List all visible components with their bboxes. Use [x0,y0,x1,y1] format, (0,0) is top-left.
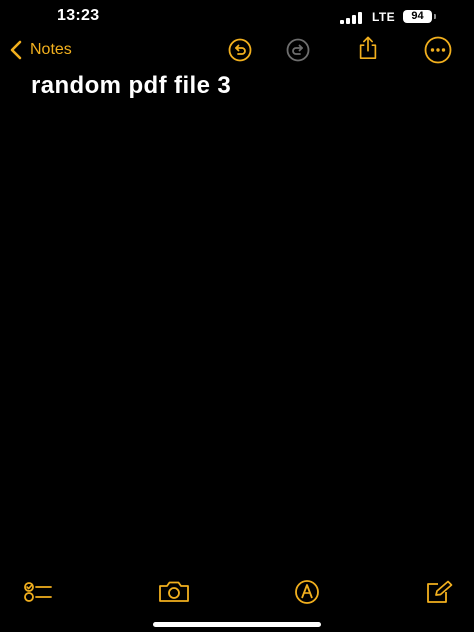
bottom-toolbar [0,578,474,608]
network-type: LTE [372,10,395,24]
note-title[interactable]: random pdf file 3 [31,72,231,100]
status-time: 13:23 [57,7,100,24]
share-icon[interactable] [356,36,380,60]
status-bar: 13:23 LTE 94 [0,0,474,34]
compose-icon[interactable] [424,580,454,604]
note-body[interactable] [31,110,443,560]
more-icon[interactable] [424,36,452,64]
nav-bar: Notes [0,34,474,66]
back-label: Notes [30,41,72,58]
battery-cap [434,14,436,19]
cellular-signal-icon [340,12,366,24]
undo-icon[interactable] [228,38,252,62]
back-button[interactable]: Notes [10,39,72,61]
chevron-left-icon [10,40,22,60]
camera-icon[interactable] [157,580,191,604]
checklist-icon[interactable] [22,580,52,604]
redo-icon[interactable] [286,38,310,62]
home-indicator[interactable] [153,622,321,627]
markup-pen-icon[interactable] [292,580,322,604]
battery-icon: 94 [403,10,432,23]
